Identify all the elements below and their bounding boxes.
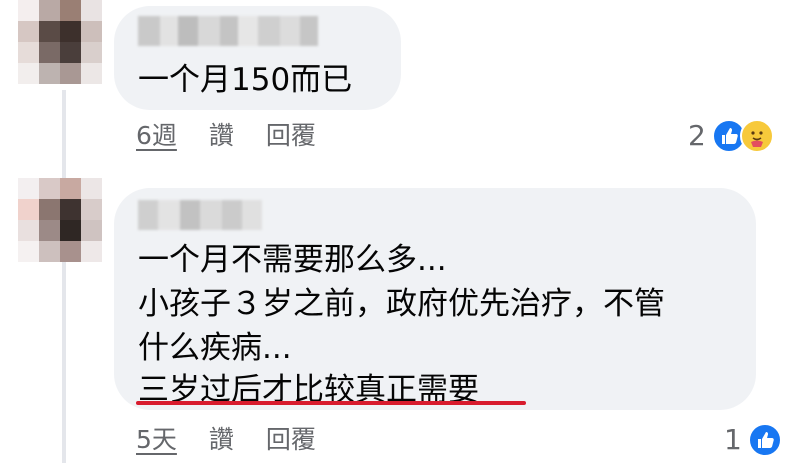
avatar-mosaic-tile: [81, 178, 102, 199]
reply-button[interactable]: 回覆: [266, 424, 316, 456]
avatar-mosaic-tile: [39, 21, 60, 42]
reaction-summary[interactable]: 2: [688, 118, 774, 154]
comment-text-line: 什么疾病...: [138, 330, 292, 366]
care-icon: [739, 119, 774, 153]
avatar[interactable]: [18, 178, 102, 262]
name-blur-block: [280, 16, 300, 46]
comment-text-line: 一个月不需要那么多...: [138, 242, 447, 278]
avatar-mosaic-tile: [81, 220, 102, 241]
avatar-mosaic-tile: [18, 241, 39, 262]
comment-bubble: 一个月150而已: [114, 6, 401, 110]
avatar-mosaic-tile: [18, 0, 39, 21]
avatar-mosaic-tile: [81, 42, 102, 63]
avatar-mosaic-tile: [18, 63, 39, 84]
name-blur-block: [242, 200, 262, 230]
comment-text-line: 小孩子３岁之前，政府优先治疗，不管: [138, 286, 665, 322]
commenter-name-blurred[interactable]: [138, 16, 318, 46]
timestamp-link[interactable]: 5天: [136, 424, 177, 456]
name-blur-block: [222, 200, 242, 230]
commenter-name-blurred[interactable]: [138, 200, 262, 230]
avatar-mosaic-tile: [39, 199, 60, 220]
name-blur-block: [300, 16, 318, 46]
name-blur-block: [158, 200, 180, 230]
avatar-mosaic-tile: [81, 63, 102, 84]
comment-text: 一个月150而已: [138, 62, 353, 98]
avatar-mosaic-tile: [18, 199, 39, 220]
reaction-summary[interactable]: 1: [724, 422, 782, 458]
name-blur-block: [138, 16, 160, 46]
name-blur-block: [258, 16, 280, 46]
avatar-mosaic-tile: [39, 178, 60, 199]
thread-connector-line: [62, 90, 66, 463]
name-blur-block: [180, 200, 200, 230]
avatar-mosaic-tile: [18, 42, 39, 63]
avatar-mosaic-tile: [60, 21, 81, 42]
avatar-mosaic-tile: [81, 0, 102, 21]
avatar-mosaic-tile: [60, 42, 81, 63]
avatar-mosaic-tile: [60, 0, 81, 21]
reply-button[interactable]: 回覆: [266, 120, 316, 152]
avatar-mosaic-tile: [81, 199, 102, 220]
name-blur-block: [138, 200, 158, 230]
avatar-mosaic-tile: [60, 199, 81, 220]
name-blur-block: [220, 16, 238, 46]
avatar-mosaic-tile: [81, 21, 102, 42]
avatar-mosaic-tile: [39, 42, 60, 63]
avatar-mosaic-tile: [18, 178, 39, 199]
name-blur-block: [198, 16, 220, 46]
avatar-mosaic-tile: [39, 241, 60, 262]
avatar-mosaic-tile: [39, 63, 60, 84]
avatar-mosaic-tile: [18, 21, 39, 42]
avatar-mosaic-tile: [81, 241, 102, 262]
avatar-mosaic-tile: [60, 63, 81, 84]
timestamp-link[interactable]: 6週: [136, 120, 177, 152]
comment-bubble: 一个月不需要那么多... 小孩子３岁之前，政府优先治疗，不管 什么疾病... 三…: [114, 188, 756, 410]
name-blur-block: [160, 16, 178, 46]
reaction-count: 2: [688, 119, 706, 152]
avatar-mosaic-tile: [60, 178, 81, 199]
red-underline-annotation: [136, 401, 526, 405]
avatar-mosaic-tile: [60, 241, 81, 262]
comment-actions: 6週 讚 回覆: [136, 120, 348, 152]
name-blur-block: [238, 16, 258, 46]
like-button[interactable]: 讚: [209, 424, 234, 456]
avatar-mosaic-tile: [18, 220, 39, 241]
name-blur-block: [178, 16, 198, 46]
reaction-count: 1: [724, 423, 742, 456]
comment-text-line: 三岁过后才比较真正需要: [138, 372, 479, 408]
avatar-mosaic-tile: [39, 220, 60, 241]
like-button[interactable]: 讚: [209, 120, 234, 152]
like-icon: [747, 423, 782, 457]
avatar-mosaic-tile: [39, 0, 60, 21]
name-blur-block: [200, 200, 222, 230]
comment-actions: 5天 讚 回覆: [136, 424, 348, 456]
avatar-mosaic-tile: [60, 220, 81, 241]
avatar[interactable]: [18, 0, 102, 84]
